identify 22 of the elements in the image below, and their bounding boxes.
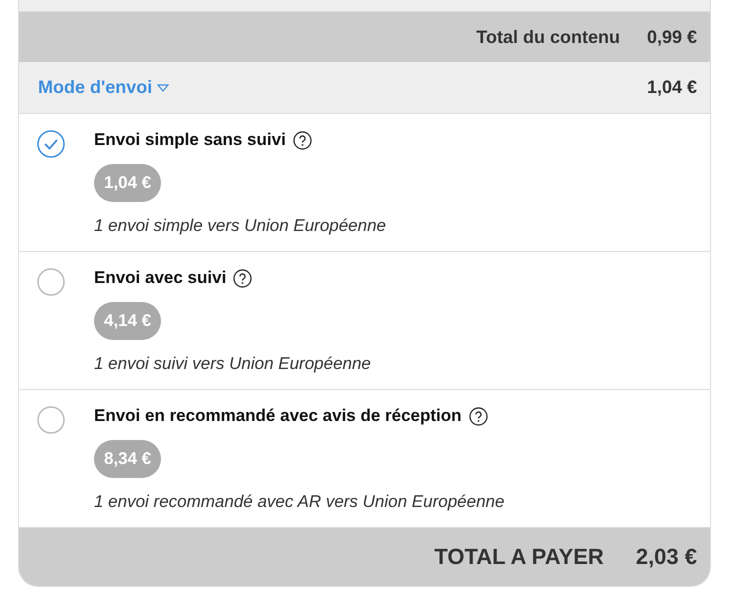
help-icon[interactable] (233, 268, 252, 288)
option-description: 1 envoi recommandé avec AR vers Union Européenne (94, 492, 504, 512)
help-icon[interactable] (468, 406, 488, 426)
content-total-amount: 0,99 € (646, 26, 697, 48)
option-name: Envoi simple sans suivi (94, 130, 286, 150)
radio-button[interactable] (37, 406, 65, 434)
option-description: 1 envoi suivi vers Union Européenne (94, 354, 371, 374)
option-name: Envoi en recommandé avec avis de réception (94, 406, 462, 426)
grand-total-label: TOTAL A PAYER (434, 544, 604, 570)
option-description: 1 envoi simple vers Union Européenne (94, 216, 386, 236)
price-badge: 8,34 € (94, 440, 162, 478)
grand-total-amount: 2,03 € (636, 544, 697, 570)
shipping-mode-toggle[interactable]: Mode d'envoi (38, 77, 170, 98)
caret-icon (157, 84, 170, 92)
shipping-amount: 1,04 € (646, 77, 697, 98)
checked-radio[interactable] (37, 130, 65, 158)
help-icon[interactable] (292, 130, 312, 150)
content-total-label: Total du contenu (476, 26, 620, 48)
price-badge: 1,04 € (94, 164, 162, 202)
radio-button[interactable] (37, 268, 65, 296)
option-name: Envoi avec suivi (94, 268, 226, 288)
price-badge: 4,14 € (94, 302, 162, 340)
